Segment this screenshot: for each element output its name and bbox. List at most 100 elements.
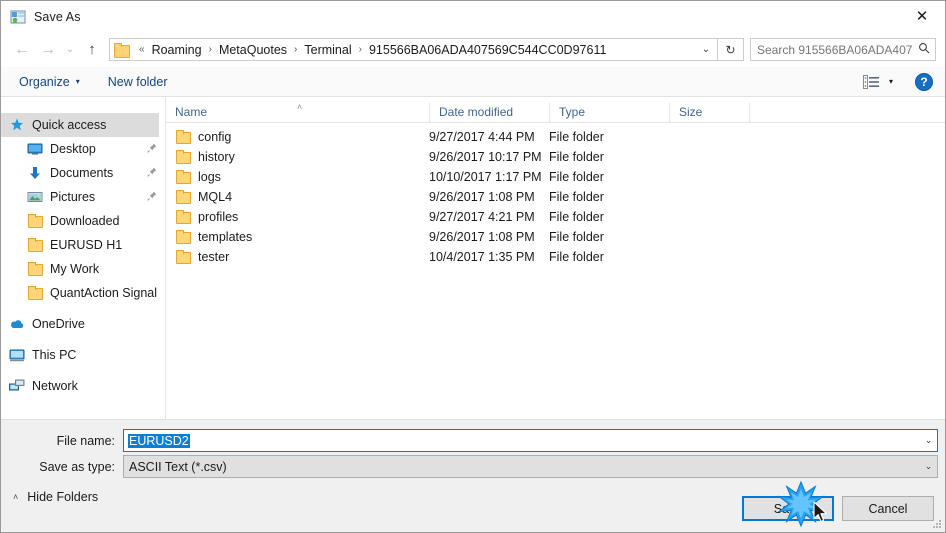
folder-icon bbox=[175, 189, 191, 205]
file-name-cell: templates bbox=[166, 229, 429, 245]
table-row[interactable]: history 9/26/2017 10:17 PM File folder bbox=[166, 147, 945, 167]
sort-ascending-icon: ˄ bbox=[297, 102, 303, 112]
table-row[interactable]: config 9/27/2017 4:44 PM File folder bbox=[166, 127, 945, 147]
thispc-icon bbox=[9, 347, 25, 363]
file-name: logs bbox=[198, 170, 221, 184]
help-button[interactable]: ? bbox=[915, 72, 933, 91]
title-bar: Save As ✕ bbox=[1, 1, 945, 32]
sidebar-item-label: Network bbox=[32, 379, 78, 393]
file-name: profiles bbox=[198, 210, 239, 224]
sidebar-item-pictures[interactable]: Pictures bbox=[1, 185, 165, 209]
chevron-down-icon: ▾ bbox=[75, 77, 80, 86]
file-name: tester bbox=[198, 250, 230, 264]
file-name-cell: profiles bbox=[166, 209, 429, 225]
column-header-size[interactable]: Size bbox=[669, 103, 749, 122]
pin-icon bbox=[147, 167, 157, 178]
sidebar-item-network[interactable]: Network bbox=[1, 374, 165, 398]
chevron-right-icon: › bbox=[208, 44, 212, 55]
organize-button[interactable]: Organize ▾ bbox=[11, 67, 88, 96]
breadcrumb-item-terminal-id[interactable]: 915566BA06ADA407569C544CC0D97611 bbox=[368, 43, 607, 57]
chevron-down-icon[interactable]: ▾ bbox=[889, 77, 893, 86]
file-date: 9/26/2017 1:08 PM bbox=[429, 230, 535, 244]
chevron-down-icon[interactable]: ⌄ bbox=[695, 44, 717, 55]
column-header-name[interactable]: Name ˄ bbox=[166, 103, 429, 122]
file-name-cell: tester bbox=[166, 249, 429, 265]
organize-label: Organize bbox=[19, 74, 70, 89]
search-icon bbox=[913, 42, 935, 57]
breadcrumb-item-terminal[interactable]: Terminal bbox=[303, 43, 352, 57]
save-as-type-row: Save as type: ASCII Text (*.csv) ⌄ bbox=[1, 455, 945, 478]
file-name-cell: MQL4 bbox=[166, 189, 429, 205]
chevron-right-icon: › bbox=[294, 44, 298, 55]
pictures-icon bbox=[27, 189, 43, 205]
file-type: File folder bbox=[549, 170, 604, 184]
toolbar-right-group: ▾ ? bbox=[862, 72, 933, 91]
file-date: 9/26/2017 10:17 PM bbox=[429, 150, 542, 164]
folder-icon bbox=[175, 229, 191, 245]
pin-icon bbox=[147, 143, 157, 154]
file-name: templates bbox=[198, 230, 253, 244]
breadcrumb-item-metaquotes[interactable]: MetaQuotes bbox=[218, 43, 288, 57]
table-row[interactable]: logs 10/10/2017 1:17 PM File folder bbox=[166, 167, 945, 187]
table-row[interactable]: tester 10/4/2017 1:35 PM File folder bbox=[166, 247, 945, 267]
breadcrumb-item-roaming[interactable]: Roaming bbox=[151, 43, 203, 57]
table-row[interactable]: templates 9/26/2017 1:08 PM File folder bbox=[166, 227, 945, 247]
sidebar-item-label: Documents bbox=[50, 166, 114, 180]
folder-icon bbox=[27, 213, 43, 229]
column-header-type[interactable]: Type bbox=[549, 103, 669, 122]
file-name-value: EURUSD2 bbox=[124, 433, 920, 448]
folder-icon bbox=[175, 129, 191, 145]
table-row[interactable]: profiles 9/27/2017 4:21 PM File folder bbox=[166, 207, 945, 227]
hide-folders-label: Hide Folders bbox=[27, 490, 99, 504]
new-folder-button[interactable]: New folder bbox=[100, 67, 176, 96]
save-as-type-value: ASCII Text (*.csv) bbox=[129, 459, 227, 474]
save-as-type-select[interactable]: ASCII Text (*.csv) ⌄ bbox=[123, 455, 938, 478]
sidebar-item-label: Desktop bbox=[50, 142, 96, 156]
sidebar-item-label: This PC bbox=[32, 348, 77, 362]
sidebar-item-downloaded[interactable]: Downloaded bbox=[1, 209, 165, 233]
breadcrumb[interactable]: « Roaming › MetaQuotes › Terminal › 9155… bbox=[109, 38, 718, 61]
back-button[interactable]: ← bbox=[9, 37, 35, 63]
save-button[interactable]: Save bbox=[742, 496, 834, 521]
file-type: File folder bbox=[549, 130, 604, 144]
chevron-down-icon[interactable]: ⌄ bbox=[920, 435, 937, 446]
file-date: 10/10/2017 1:17 PM bbox=[429, 170, 542, 184]
forward-button[interactable]: → bbox=[35, 37, 61, 63]
window-title: Save As bbox=[34, 9, 81, 24]
chevron-down-icon[interactable]: ⌄ bbox=[920, 461, 937, 472]
sidebar-item-documents[interactable]: Documents bbox=[1, 161, 165, 185]
network-icon bbox=[9, 378, 25, 394]
cancel-button[interactable]: Cancel bbox=[842, 496, 934, 521]
sidebar-item-this-pc[interactable]: This PC bbox=[1, 343, 165, 367]
sidebar-item-label: EURUSD H1 bbox=[50, 238, 123, 252]
resize-grip[interactable] bbox=[931, 518, 943, 530]
sidebar-item-quantaction-signal[interactable]: QuantAction Signal bbox=[1, 281, 165, 305]
save-form: File name: EURUSD2 ⌄ Save as type: ASCII… bbox=[1, 419, 945, 484]
file-name: MQL4 bbox=[198, 190, 233, 204]
refresh-icon[interactable]: ↻ bbox=[718, 38, 744, 61]
hide-folders-button[interactable]: ˄ Hide Folders bbox=[13, 486, 98, 508]
close-icon[interactable]: ✕ bbox=[899, 1, 945, 31]
sidebar-item-desktop[interactable]: Desktop bbox=[1, 137, 165, 161]
view-layout-icon[interactable] bbox=[862, 74, 880, 89]
dialog-footer: ˄ Hide Folders Save Cancel bbox=[1, 484, 945, 532]
file-date: 9/26/2017 1:08 PM bbox=[429, 190, 535, 204]
file-name-input[interactable]: EURUSD2 ⌄ bbox=[123, 429, 938, 452]
sidebar-item-onedrive[interactable]: OneDrive bbox=[1, 312, 165, 336]
sidebar-item-my-work[interactable]: My Work bbox=[1, 257, 165, 281]
recent-locations-button[interactable]: ⌄ bbox=[61, 37, 79, 63]
folder-icon bbox=[175, 149, 191, 165]
up-button[interactable]: ↑ bbox=[79, 37, 105, 63]
onedrive-icon bbox=[9, 316, 25, 332]
file-type: File folder bbox=[549, 150, 604, 164]
file-name-row: File name: EURUSD2 ⌄ bbox=[1, 429, 945, 452]
search-input[interactable]: Search 915566BA06ADA40756... bbox=[750, 38, 936, 61]
table-row[interactable]: MQL4 9/26/2017 1:08 PM File folder bbox=[166, 187, 945, 207]
folder-icon bbox=[114, 43, 130, 58]
column-header-date-modified[interactable]: Date modified bbox=[429, 103, 549, 122]
sidebar-item-quick-access[interactable]: Quick access bbox=[1, 113, 159, 137]
sidebar-item-eurusd-h1[interactable]: EURUSD H1 bbox=[1, 233, 165, 257]
column-headers: Name ˄ Date modified Type Size bbox=[166, 97, 945, 123]
pin-icon bbox=[147, 191, 157, 202]
file-type: File folder bbox=[549, 210, 604, 224]
